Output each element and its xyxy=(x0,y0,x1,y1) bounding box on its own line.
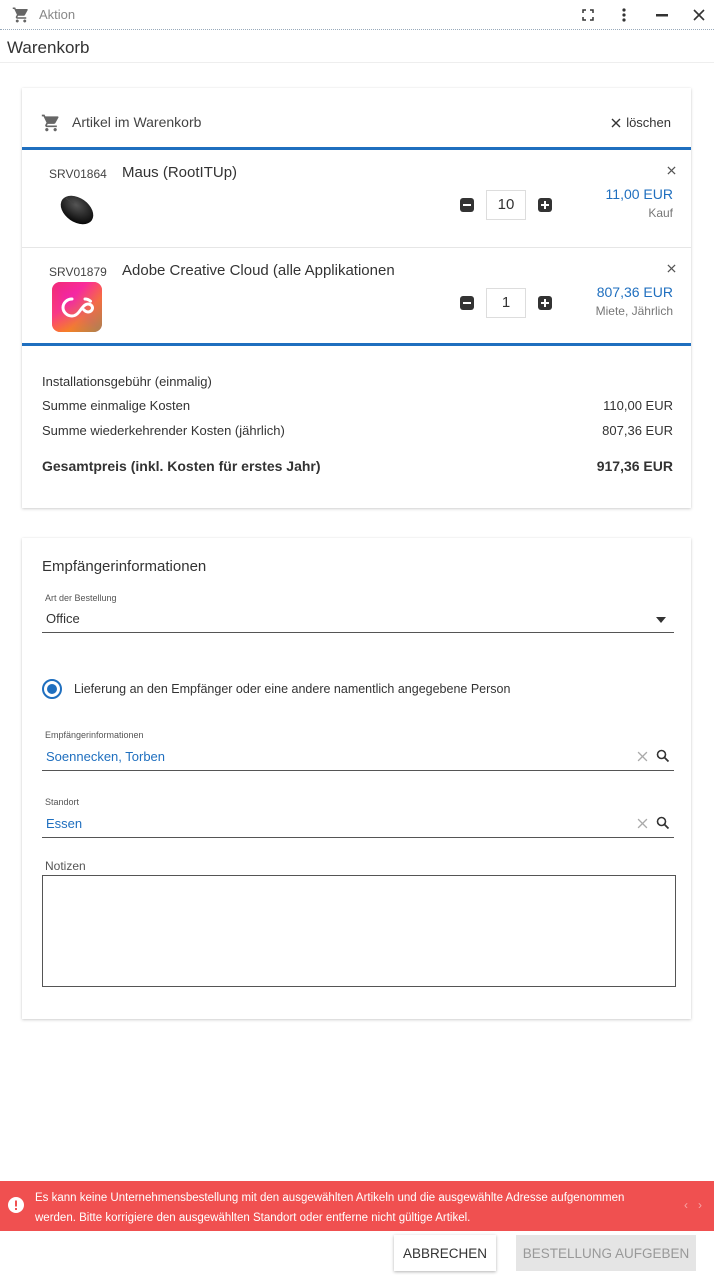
order-type-select[interactable]: Office xyxy=(42,605,674,633)
item-price: 11,00 EUR Kauf xyxy=(606,186,673,220)
minimize-icon[interactable] xyxy=(652,5,672,25)
notes-textarea[interactable] xyxy=(42,875,676,987)
grand-total-value: 917,36 EUR xyxy=(596,458,673,474)
close-icon[interactable] xyxy=(689,5,709,25)
cart-card: Artikel im Warenkorb löschen SRV01864 Ma… xyxy=(22,88,691,508)
increase-quantity-button[interactable] xyxy=(538,296,552,310)
chevron-down-icon xyxy=(656,617,666,623)
total-row-one-time: Summe einmalige Kosten 110,00 EUR xyxy=(42,398,673,413)
recipient-section-title: Empfängerinformationen xyxy=(42,558,207,575)
total-label: Summe wiederkehrender Kosten (jährlich) xyxy=(42,423,285,438)
clear-icon[interactable] xyxy=(637,750,648,765)
error-icon xyxy=(8,1197,24,1216)
item-code: SRV01864 xyxy=(49,167,107,181)
location-value: Essen xyxy=(46,816,83,831)
recipient-input[interactable]: Soennecken, Torben xyxy=(42,743,674,771)
recipient-field-label: Empfängerinformationen xyxy=(45,730,144,740)
item-name: Adobe Creative Cloud (alle Applikationen xyxy=(122,262,395,279)
item-price: 807,36 EUR Miete, Jährlich xyxy=(596,284,673,318)
notes-label: Notizen xyxy=(45,859,86,873)
recipient-card: Empfängerinformationen Art der Bestellun… xyxy=(22,538,691,1019)
item-price-type: Miete, Jährlich xyxy=(595,304,673,318)
quantity-input[interactable]: 1 xyxy=(486,288,526,318)
delivery-option[interactable]: Lieferung an den Empfänger oder eine and… xyxy=(42,679,510,699)
location-input[interactable]: Essen xyxy=(42,810,674,838)
chevron-left-icon[interactable]: ‹ xyxy=(684,1198,688,1212)
window-titlebar: Aktion xyxy=(0,0,714,30)
cart-item: SRV01879 Adobe Creative Cloud (alle Appl… xyxy=(22,248,691,346)
recipient-value: Soennecken, Torben xyxy=(46,749,166,764)
order-type-label: Art der Bestellung xyxy=(45,593,117,603)
location-field-label: Standort xyxy=(45,797,80,807)
fullscreen-icon[interactable] xyxy=(578,5,598,25)
error-banner: Es kann keine Unternehmensbestellung mit… xyxy=(0,1181,714,1231)
clear-icon[interactable] xyxy=(637,817,648,832)
cancel-button[interactable]: ABBRECHEN xyxy=(394,1235,496,1271)
more-vert-icon[interactable] xyxy=(614,5,634,25)
search-icon[interactable] xyxy=(656,816,670,833)
delivery-option-label: Lieferung an den Empfänger oder eine and… xyxy=(74,682,511,696)
page-header: Warenkorb xyxy=(0,31,714,63)
cart-item: SRV01864 Maus (RootITUp) 10 11,00 EUR Ka… xyxy=(22,150,691,248)
increase-quantity-button[interactable] xyxy=(538,198,552,212)
total-label: Summe einmalige Kosten xyxy=(42,398,191,413)
quantity-input[interactable]: 10 xyxy=(486,190,526,220)
cart-header-label: Artikel im Warenkorb xyxy=(72,114,202,130)
cart-icon xyxy=(12,6,30,27)
clear-cart-label: löschen xyxy=(626,115,671,130)
submit-order-button[interactable]: BESTELLUNG AUFGEBEN xyxy=(516,1235,696,1271)
window-title: Aktion xyxy=(39,7,76,22)
page-title: Warenkorb xyxy=(7,38,90,57)
decrease-quantity-button[interactable] xyxy=(460,198,474,212)
grand-total-label: Gesamtpreis (inkl. Kosten für erstes Jah… xyxy=(42,458,321,474)
delivery-radio[interactable] xyxy=(42,679,62,699)
total-row-recurring: Summe wiederkehrender Kosten (jährlich) … xyxy=(42,423,673,438)
item-price-type: Kauf xyxy=(648,206,673,220)
chevron-right-icon[interactable]: › xyxy=(698,1198,702,1212)
grand-total-row: Gesamtpreis (inkl. Kosten für erstes Jah… xyxy=(42,458,673,474)
total-value: 807,36 EUR xyxy=(602,423,673,438)
cart-icon xyxy=(41,113,61,136)
error-message: Es kann keine Unternehmensbestellung mit… xyxy=(35,1192,625,1224)
order-type-value: Office xyxy=(46,611,80,626)
clear-cart-button[interactable]: löschen xyxy=(611,115,671,130)
remove-item-icon[interactable] xyxy=(667,261,676,276)
remove-item-icon[interactable] xyxy=(667,163,676,178)
quantity-stepper: 10 xyxy=(460,190,552,220)
search-icon[interactable] xyxy=(656,749,670,766)
total-label: Installationsgebühr (einmalig) xyxy=(42,374,212,389)
total-value: 110,00 EUR xyxy=(603,398,673,413)
creative-cloud-logo xyxy=(52,282,102,332)
decrease-quantity-button[interactable] xyxy=(460,296,474,310)
error-pagination: ‹ › xyxy=(684,1198,702,1212)
item-code: SRV01879 xyxy=(49,265,107,279)
mouse-image xyxy=(52,184,102,234)
cart-header: Artikel im Warenkorb löschen xyxy=(22,88,691,150)
item-price-value: 807,36 EUR xyxy=(596,284,673,300)
item-name: Maus (RootITUp) xyxy=(122,164,238,181)
total-row-installation: Installationsgebühr (einmalig) xyxy=(42,374,673,389)
close-icon xyxy=(611,118,621,127)
quantity-stepper: 1 xyxy=(460,288,552,318)
item-price-value: 11,00 EUR xyxy=(605,186,673,202)
